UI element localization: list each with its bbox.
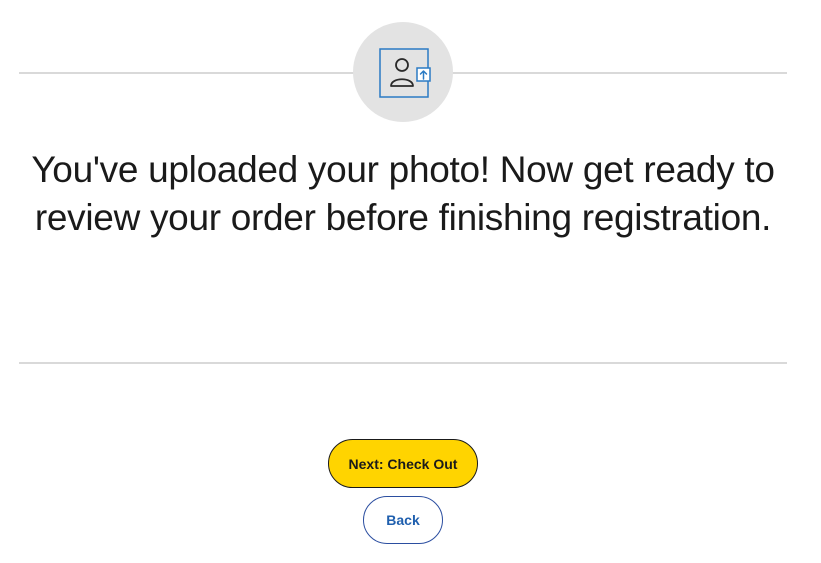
step-icon-badge [353, 22, 453, 122]
upload-confirmation-page: You've uploaded your photo! Now get read… [0, 0, 821, 563]
confirmation-headline: You've uploaded your photo! Now get read… [31, 149, 775, 238]
bottom-divider [19, 362, 787, 364]
back-button[interactable]: Back [363, 496, 443, 544]
photo-upload-icon [379, 48, 431, 98]
next-check-out-button[interactable]: Next: Check Out [328, 439, 478, 488]
